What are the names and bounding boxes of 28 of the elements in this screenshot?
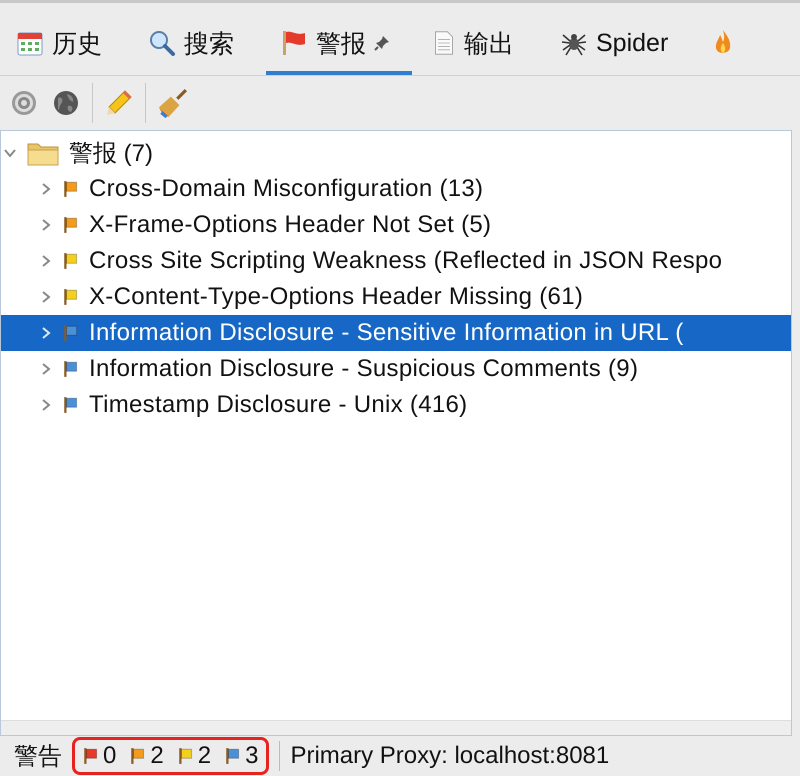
alert-count: 0 <box>103 742 116 770</box>
tree-item[interactable]: 警报 (7) <box>69 137 153 169</box>
pencil-icon[interactable] <box>105 89 133 117</box>
tab[interactable]: 输出 <box>432 3 540 75</box>
alert-count: 3 <box>245 742 258 770</box>
globe-icon[interactable] <box>52 89 80 117</box>
tab[interactable]: 警报 <box>266 3 412 75</box>
tab[interactable]: 历史 <box>16 3 128 75</box>
alert-count: 2 <box>198 742 212 770</box>
tree-item[interactable]: Cross-Domain Misconfiguration (13) <box>1 171 791 207</box>
target-icon[interactable] <box>10 89 38 117</box>
proxy-status: Primary Proxy: localhost:8081 <box>290 742 610 770</box>
tree-item[interactable]: X-Frame-Options Header Not Set (5) <box>1 207 791 243</box>
status-label: 警告 <box>14 742 62 772</box>
tab[interactable]: Spider <box>560 3 694 75</box>
tab[interactable]: 搜索 <box>148 3 260 75</box>
broom-icon[interactable] <box>158 88 188 118</box>
horizontal-scrollbar[interactable] <box>1 720 791 735</box>
tree-item[interactable]: Information Disclosure - Suspicious Comments (9) <box>1 351 791 387</box>
flag-icon <box>280 29 308 57</box>
pin-icon[interactable] <box>374 35 390 51</box>
tree-item[interactable]: Timestamp Disclosure - Unix (416) <box>1 387 791 423</box>
tree-item[interactable]: Information Disclosure - Sensitive Information in URL ( <box>1 315 791 351</box>
tree-item[interactable]: Cross Site Scripting Weakness (Reflected in JSON Respo <box>1 243 791 279</box>
tree-item[interactable]: X-Content-Type-Options Header Missing (61) <box>1 279 791 315</box>
document-icon <box>432 29 456 57</box>
alert-count: 2 <box>150 742 164 770</box>
search-icon <box>148 29 176 57</box>
